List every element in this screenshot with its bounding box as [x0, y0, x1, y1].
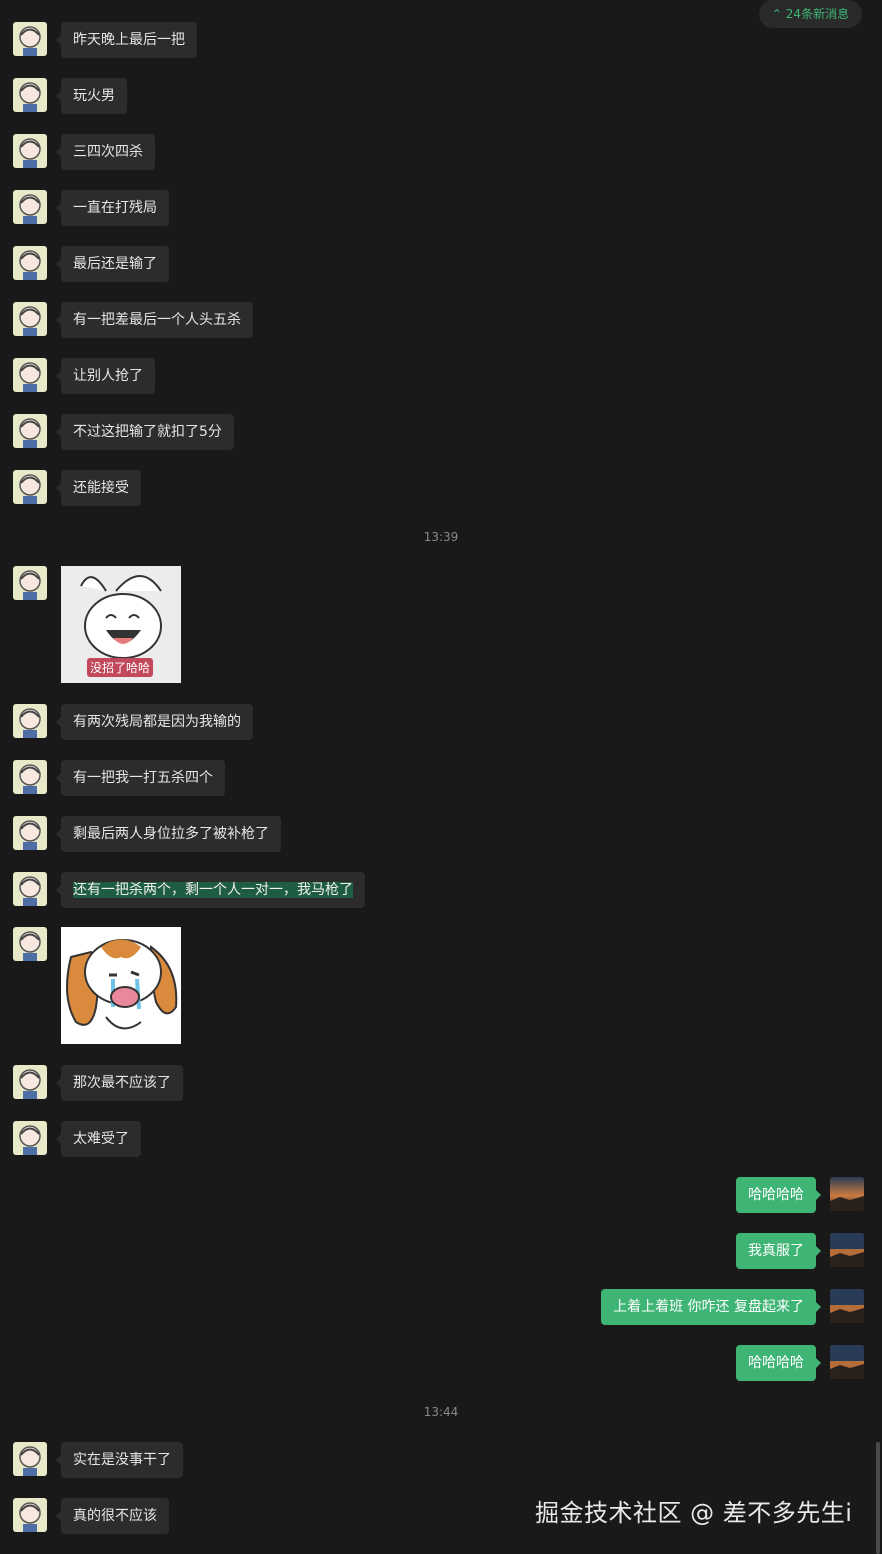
message-bubble[interactable]: 实在是没事干了 — [56, 1442, 183, 1478]
contact-avatar[interactable] — [13, 78, 47, 112]
double-chevron-up-icon: ⌃ — [771, 7, 782, 21]
message-bubble[interactable]: 上着上着班 你咋还 复盘起来了 — [601, 1289, 821, 1325]
contact-avatar[interactable] — [13, 1121, 47, 1155]
contact-avatar[interactable] — [13, 246, 47, 280]
contact-avatar[interactable] — [13, 358, 47, 392]
message-bubble[interactable]: 还能接受 — [56, 470, 141, 506]
contact-avatar[interactable] — [13, 566, 47, 600]
message-bubble[interactable]: 太难受了 — [56, 1121, 141, 1157]
contact-avatar[interactable] — [13, 704, 47, 738]
new-messages-button[interactable]: ⌃ 24条新消息 — [759, 0, 862, 28]
selected-text[interactable]: 还有一把杀两个，剩一个人一对一，我马枪了 — [73, 882, 353, 898]
contact-avatar[interactable] — [13, 302, 47, 336]
message-bubble[interactable]: 那次最不应该了 — [56, 1065, 183, 1101]
message-bubble[interactable]: 有一把差最后一个人头五杀 — [56, 302, 253, 338]
contact-avatar[interactable] — [13, 190, 47, 224]
self-avatar[interactable] — [830, 1233, 864, 1267]
message-bubble[interactable]: 不过这把输了就扣了5分 — [56, 414, 234, 450]
message-bubble[interactable]: 三四次四杀 — [56, 134, 155, 170]
crying-dog-sticker[interactable] — [61, 927, 181, 1044]
message-bubble[interactable]: 剩最后两人身位拉多了被补枪了 — [56, 816, 281, 852]
message-bubble[interactable]: 真的很不应该 — [56, 1498, 169, 1534]
sticker-caption: 没招了哈哈 — [90, 660, 150, 675]
contact-avatar[interactable] — [13, 760, 47, 794]
message-bubble[interactable]: 一直在打残局 — [56, 190, 169, 226]
chat-panel[interactable]: ⌃ 24条新消息 昨天晚上最后一把 玩火男 三四次四杀 一直在打残局 最后还是输… — [0, 0, 882, 1554]
message-bubble[interactable]: 昨天晚上最后一把 — [56, 22, 197, 58]
message-bubble[interactable]: 哈哈哈哈 — [736, 1177, 821, 1213]
laughing-rabbit-sticker[interactable]: 没招了哈哈 — [61, 566, 181, 683]
scrollbar-thumb[interactable] — [876, 1442, 880, 1554]
message-bubble[interactable]: 哈哈哈哈 — [736, 1345, 821, 1381]
message-bubble[interactable]: 最后还是输了 — [56, 246, 169, 282]
timestamp: 13:39 — [423, 530, 459, 544]
contact-avatar[interactable] — [13, 414, 47, 448]
message-bubble[interactable]: 玩火男 — [56, 78, 127, 114]
contact-avatar[interactable] — [13, 470, 47, 504]
self-avatar[interactable] — [830, 1345, 864, 1379]
message-bubble[interactable]: 有两次残局都是因为我输的 — [56, 704, 253, 740]
contact-avatar[interactable] — [13, 1498, 47, 1532]
contact-avatar[interactable] — [13, 22, 47, 56]
contact-avatar[interactable] — [13, 816, 47, 850]
self-avatar[interactable] — [830, 1289, 864, 1323]
message-bubble[interactable]: 让别人抢了 — [56, 358, 155, 394]
contact-avatar[interactable] — [13, 927, 47, 961]
timestamp: 13:44 — [423, 1405, 459, 1419]
message-bubble[interactable]: 有一把我一打五杀四个 — [56, 760, 225, 796]
new-messages-label: 24条新消息 — [785, 7, 850, 21]
contact-avatar[interactable] — [13, 1065, 47, 1099]
watermark: 掘金技术社区 @ 差不多先生i — [535, 1499, 853, 1527]
message-bubble[interactable]: 还有一把杀两个，剩一个人一对一，我马枪了 — [56, 872, 365, 908]
contact-avatar[interactable] — [13, 872, 47, 906]
contact-avatar[interactable] — [13, 134, 47, 168]
message-bubble[interactable]: 我真服了 — [736, 1233, 821, 1269]
contact-avatar[interactable] — [13, 1442, 47, 1476]
self-avatar[interactable] — [830, 1177, 864, 1211]
